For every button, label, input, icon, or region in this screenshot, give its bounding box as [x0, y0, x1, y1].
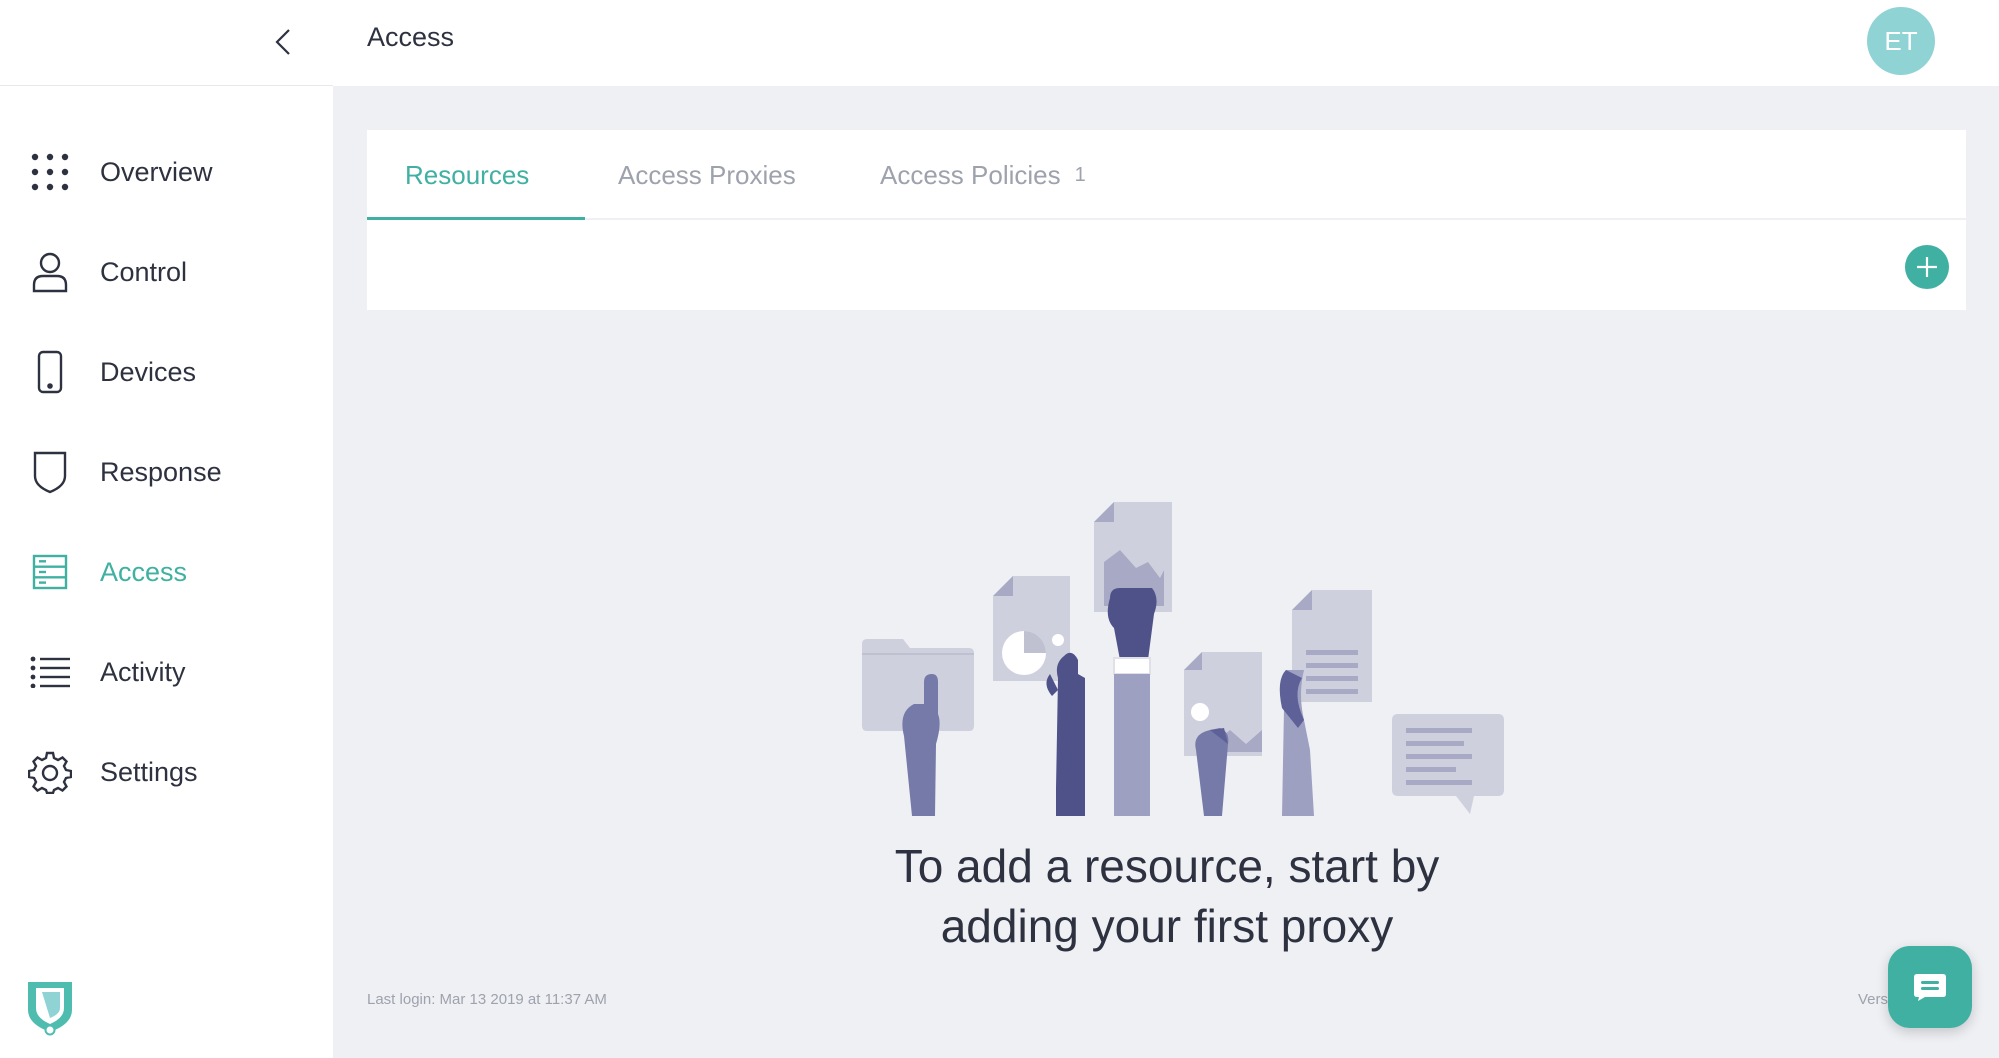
shield-logo[interactable]: [26, 980, 74, 1036]
sidebar-item-label: Response: [100, 456, 222, 487]
chat-bubble-icon: [1914, 974, 1946, 1001]
tab-access-policies[interactable]: Access Policies 1: [880, 130, 1086, 220]
sidebar-header: [0, 0, 333, 86]
server-icon: [28, 550, 72, 594]
tab-access-proxies[interactable]: Access Proxies: [618, 130, 796, 220]
sidebar-item-response[interactable]: Response: [0, 422, 333, 522]
sidebar-item-settings[interactable]: Settings: [0, 722, 333, 822]
sidebar: Overview Control Devices Response Access…: [0, 0, 333, 1058]
user-icon: [28, 250, 72, 294]
list-icon: [28, 650, 72, 694]
collapse-sidebar-button[interactable]: [268, 25, 298, 59]
empty-state-line-1: To add a resource, start by: [894, 840, 1440, 892]
resources-card: Resources Access Proxies Access Policies…: [367, 130, 1966, 310]
avatar[interactable]: ET: [1867, 7, 1935, 75]
tab-bar: Resources Access Proxies Access Policies…: [367, 130, 1966, 220]
tab-label: Access Policies: [880, 159, 1061, 190]
tab-label: Resources: [405, 159, 530, 190]
grid-dots-icon: [28, 150, 72, 194]
sidebar-item-label: Control: [100, 256, 188, 287]
top-header: Access ET: [333, 0, 1999, 86]
phone-icon: [28, 350, 72, 394]
tab-label: Access Proxies: [618, 159, 796, 190]
tab-resources[interactable]: Resources: [405, 130, 529, 220]
shield-icon: [28, 450, 72, 494]
chevron-left-icon: [275, 29, 290, 55]
plus-icon: [1917, 257, 1937, 277]
sidebar-item-activity[interactable]: Activity: [0, 622, 333, 722]
last-login-text: Last login: Mar 13 2019 at 11:37 AM: [367, 991, 607, 1008]
version-text: Vers: [1858, 991, 1889, 1008]
sidebar-item-overview[interactable]: Overview: [0, 122, 333, 222]
add-resource-button[interactable]: [1905, 245, 1949, 289]
empty-state-illustration: [858, 498, 1508, 818]
sidebar-nav: Overview Control Devices Response Access…: [0, 122, 333, 822]
sidebar-item-label: Devices: [100, 356, 197, 387]
sidebar-item-access[interactable]: Access: [0, 522, 333, 622]
active-tab-indicator: [367, 217, 585, 220]
chat-button[interactable]: [1888, 946, 1972, 1028]
sidebar-item-label: Settings: [100, 756, 198, 787]
sidebar-item-devices[interactable]: Devices: [0, 322, 333, 422]
empty-state-message: To add a resource, start by adding your …: [767, 836, 1567, 956]
tab-count-badge: 1: [1074, 163, 1086, 186]
empty-state-line-2: adding your first proxy: [940, 900, 1394, 952]
page-title: Access: [367, 22, 455, 52]
sidebar-item-label: Activity: [100, 656, 186, 687]
sidebar-item-label: Overview: [100, 156, 213, 187]
sidebar-item-control[interactable]: Control: [0, 222, 333, 322]
sidebar-item-label: Access: [100, 556, 188, 587]
gear-icon: [28, 750, 72, 794]
